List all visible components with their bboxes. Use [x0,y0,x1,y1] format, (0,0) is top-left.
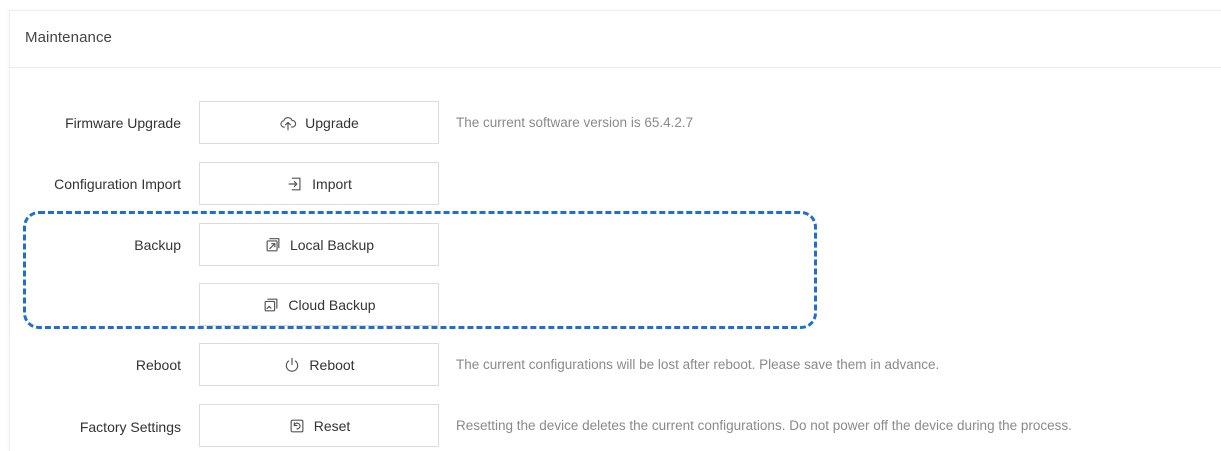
local-backup-button[interactable]: Local Backup [199,223,439,266]
software-version-hint: The current software version is 65.4.2.7 [456,115,694,130]
upgrade-button-label: Upgrade [305,114,359,131]
local-backup-button-label: Local Backup [289,236,375,253]
cloud-backup-button[interactable]: Cloud Backup [199,283,439,326]
reboot-button-label: Reboot [309,356,355,373]
reset-button-label: Reset [313,417,351,434]
factory-reset-hint: Resetting the device deletes the current… [456,418,1072,433]
reset-button[interactable]: Reset [199,404,439,447]
cloud-backup-icon [262,296,280,314]
upgrade-button[interactable]: Upgrade [199,101,439,144]
firmware-upgrade-label: Firmware Upgrade [65,115,181,131]
backup-label: Backup [134,237,181,253]
import-icon [286,175,304,193]
reset-icon [288,417,306,435]
local-backup-icon [264,236,282,254]
reboot-hint: The current configurations will be lost … [456,357,940,372]
configuration-import-label: Configuration Import [54,176,181,192]
cloud-backup-button-label: Cloud Backup [288,296,376,313]
panel-title: Maintenance [25,29,112,46]
reboot-label: Reboot [135,357,181,373]
factory-settings-label: Factory Settings [79,419,181,435]
cloud-upload-icon [279,114,297,132]
power-icon [283,356,301,374]
import-button[interactable]: Import [199,162,439,205]
reboot-button[interactable]: Reboot [199,343,439,386]
panel-header: Maintenance [10,11,1221,68]
import-button-label: Import [312,175,352,192]
maintenance-panel: Maintenance [9,10,1221,451]
